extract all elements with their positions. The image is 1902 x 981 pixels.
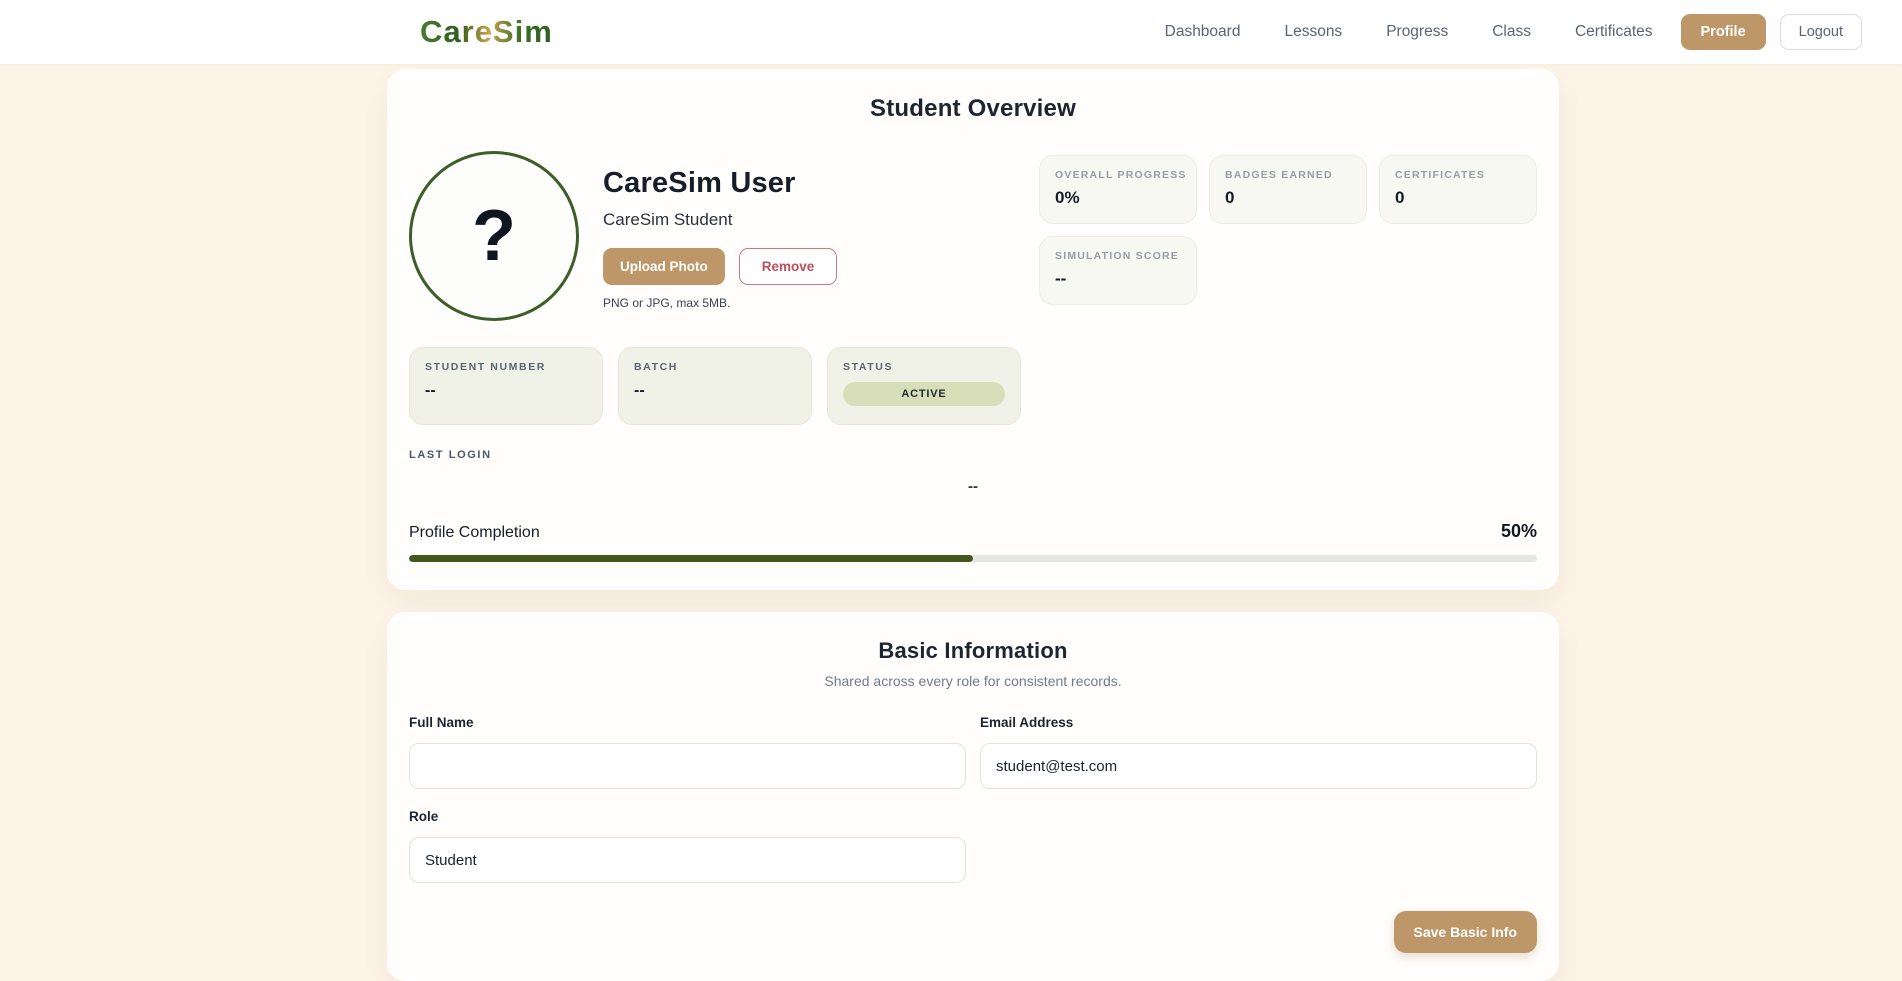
logout-button[interactable]: Logout	[1780, 14, 1862, 50]
role-field[interactable]	[409, 837, 966, 883]
nav-item-dashboard[interactable]: Dashboard	[1165, 23, 1241, 41]
stat-card-overall-progress: OVERALL PROGRESS 0%	[1039, 155, 1197, 224]
stats-grid: OVERALL PROGRESS 0% BADGES EARNED 0 CERT…	[1039, 151, 1537, 321]
detail-label: BATCH	[634, 361, 796, 373]
email-group: Email Address	[980, 715, 1537, 789]
upload-photo-button[interactable]: Upload Photo	[603, 248, 725, 285]
detail-label: STATUS	[843, 361, 1005, 373]
identity-block: CareSim User CareSim Student Upload Phot…	[603, 151, 837, 321]
progress-bar-track	[409, 555, 1537, 562]
stat-card-badges-earned: BADGES EARNED 0	[1209, 155, 1367, 224]
stat-value: --	[1055, 269, 1181, 289]
full-name-field[interactable]	[409, 743, 966, 789]
full-name-label: Full Name	[409, 715, 966, 730]
top-navigation-bar: CareSim Dashboard Lessons Progress Class…	[0, 0, 1902, 64]
nav-item-lessons[interactable]: Lessons	[1284, 23, 1342, 41]
completion-percent: 50%	[1501, 521, 1537, 542]
nav-item-progress[interactable]: Progress	[1386, 23, 1448, 41]
stat-card-certificates: CERTIFICATES 0	[1379, 155, 1537, 224]
profile-row: ? CareSim User CareSim Student Upload Ph…	[409, 151, 1537, 321]
basic-info-title: Basic Information	[409, 638, 1537, 664]
photo-buttons: Upload Photo Remove	[603, 248, 837, 285]
detail-value: --	[634, 382, 796, 400]
student-overview-card: Student Overview ? CareSim User CareSim …	[387, 69, 1559, 590]
user-name: CareSim User	[603, 167, 837, 200]
completion-header: Profile Completion 50%	[409, 521, 1537, 542]
nav-links: Dashboard Lessons Progress Class Certifi…	[1165, 23, 1653, 41]
basic-info-subtitle: Shared across every role for consistent …	[409, 673, 1537, 689]
basic-info-form: Full Name Email Address Role	[409, 715, 1537, 883]
avatar-placeholder-icon: ?	[472, 200, 516, 272]
photo-hint: PNG or JPG, max 5MB.	[603, 296, 837, 310]
detail-value: --	[425, 382, 587, 400]
stat-card-simulation-score: SIMULATION SCORE --	[1039, 236, 1197, 305]
detail-cards-row: STUDENT NUMBER -- BATCH -- STATUS ACTIVE	[409, 347, 1537, 425]
profile-completion-block: Profile Completion 50%	[409, 521, 1537, 562]
form-footer: Save Basic Info	[409, 911, 1537, 953]
remove-photo-button[interactable]: Remove	[739, 248, 838, 285]
role-group: Role	[409, 809, 966, 883]
stat-value: 0%	[1055, 188, 1181, 208]
user-role: CareSim Student	[603, 210, 837, 230]
email-label: Email Address	[980, 715, 1537, 730]
full-name-group: Full Name	[409, 715, 966, 789]
stat-value: 0	[1395, 188, 1521, 208]
completion-label: Profile Completion	[409, 524, 540, 542]
last-login-value: --	[409, 478, 1537, 495]
page-content: Student Overview ? CareSim User CareSim …	[0, 64, 1902, 981]
detail-card-status: STATUS ACTIVE	[827, 347, 1021, 425]
profile-button[interactable]: Profile	[1681, 14, 1766, 50]
stat-label: SIMULATION SCORE	[1055, 250, 1181, 262]
email-field[interactable]	[980, 743, 1537, 789]
last-login-block: LAST LOGIN --	[409, 449, 1537, 495]
last-login-label: LAST LOGIN	[409, 449, 1537, 461]
detail-label: STUDENT NUMBER	[425, 361, 587, 373]
detail-card-batch: BATCH --	[618, 347, 812, 425]
stat-label: CERTIFICATES	[1395, 169, 1521, 181]
stat-label: BADGES EARNED	[1225, 169, 1351, 181]
page-title: Student Overview	[409, 95, 1537, 123]
caresim-logo[interactable]: CareSim	[420, 14, 553, 50]
stat-value: 0	[1225, 188, 1351, 208]
nav-item-certificates[interactable]: Certificates	[1575, 23, 1653, 41]
status-badge: ACTIVE	[843, 382, 1005, 406]
role-label: Role	[409, 809, 966, 824]
detail-card-student-number: STUDENT NUMBER --	[409, 347, 603, 425]
progress-bar-fill	[409, 555, 973, 562]
stat-label: OVERALL PROGRESS	[1055, 169, 1181, 181]
basic-information-card: Basic Information Shared across every ro…	[387, 612, 1559, 981]
nav-item-class[interactable]: Class	[1492, 23, 1531, 41]
save-basic-info-button[interactable]: Save Basic Info	[1394, 911, 1538, 953]
avatar: ?	[409, 151, 579, 321]
